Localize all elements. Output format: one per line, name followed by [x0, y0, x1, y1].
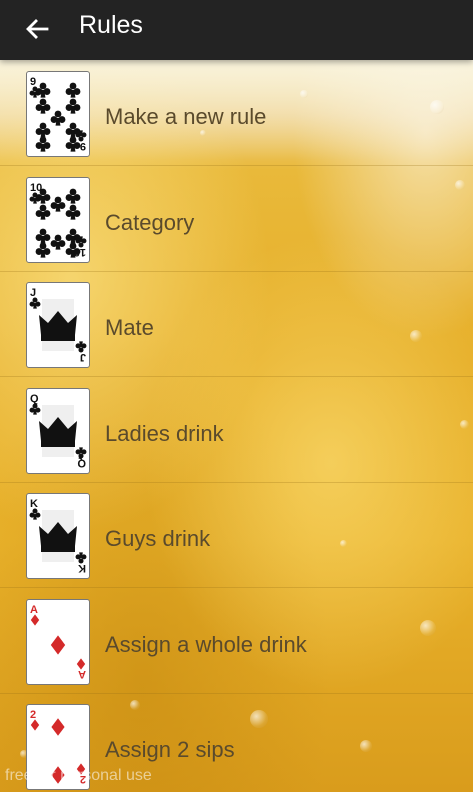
svg-text:Q: Q [30, 393, 39, 405]
rule-label: Assign a whole drink [105, 631, 307, 657]
svg-text:A: A [30, 604, 38, 616]
svg-text:9: 9 [30, 76, 36, 88]
rule-label: Assign 2 sips [105, 737, 235, 762]
rule-row[interactable]: K K Guys drink [0, 482, 473, 588]
svg-text:2: 2 [30, 709, 36, 721]
svg-text:J: J [30, 287, 36, 299]
svg-text:K: K [78, 562, 86, 574]
svg-text:Q: Q [77, 457, 86, 469]
rule-row[interactable]: Q Q Ladies drink [0, 377, 473, 483]
page-title: Rules [79, 11, 143, 39]
rule-row[interactable]: A A Assign a whole drink [0, 588, 473, 694]
app-bar: Rules [0, 0, 473, 60]
watermark: free for personal use [5, 767, 152, 784]
rules-list: 9 9 Make a new rule 10 10 [0, 60, 473, 792]
rule-label: Mate [105, 315, 154, 340]
playing-card-icon: 10 10 [26, 176, 90, 263]
svg-text:A: A [78, 668, 86, 680]
back-button[interactable] [22, 14, 52, 44]
rule-row[interactable]: 10 10 Category [0, 166, 473, 272]
svg-text:J: J [80, 351, 86, 363]
rule-label: Guys drink [105, 526, 211, 551]
playing-card-icon: AA [26, 598, 90, 685]
playing-card-icon: K K [26, 493, 90, 579]
playing-card-icon: Q Q [26, 387, 90, 474]
rule-label: Ladies drink [105, 420, 224, 446]
rule-row[interactable]: J J Mate [0, 271, 473, 377]
rule-label: Category [105, 209, 195, 235]
rule-row[interactable]: 9 9 Make a new rule [0, 60, 473, 166]
svg-text:K: K [30, 498, 38, 510]
svg-text:9: 9 [80, 140, 86, 152]
playing-card-icon: 9 9 [26, 71, 90, 157]
rule-label: Make a new rule [105, 104, 267, 129]
playing-card-icon: J J [26, 282, 90, 368]
arrow-left-icon [26, 19, 49, 39]
